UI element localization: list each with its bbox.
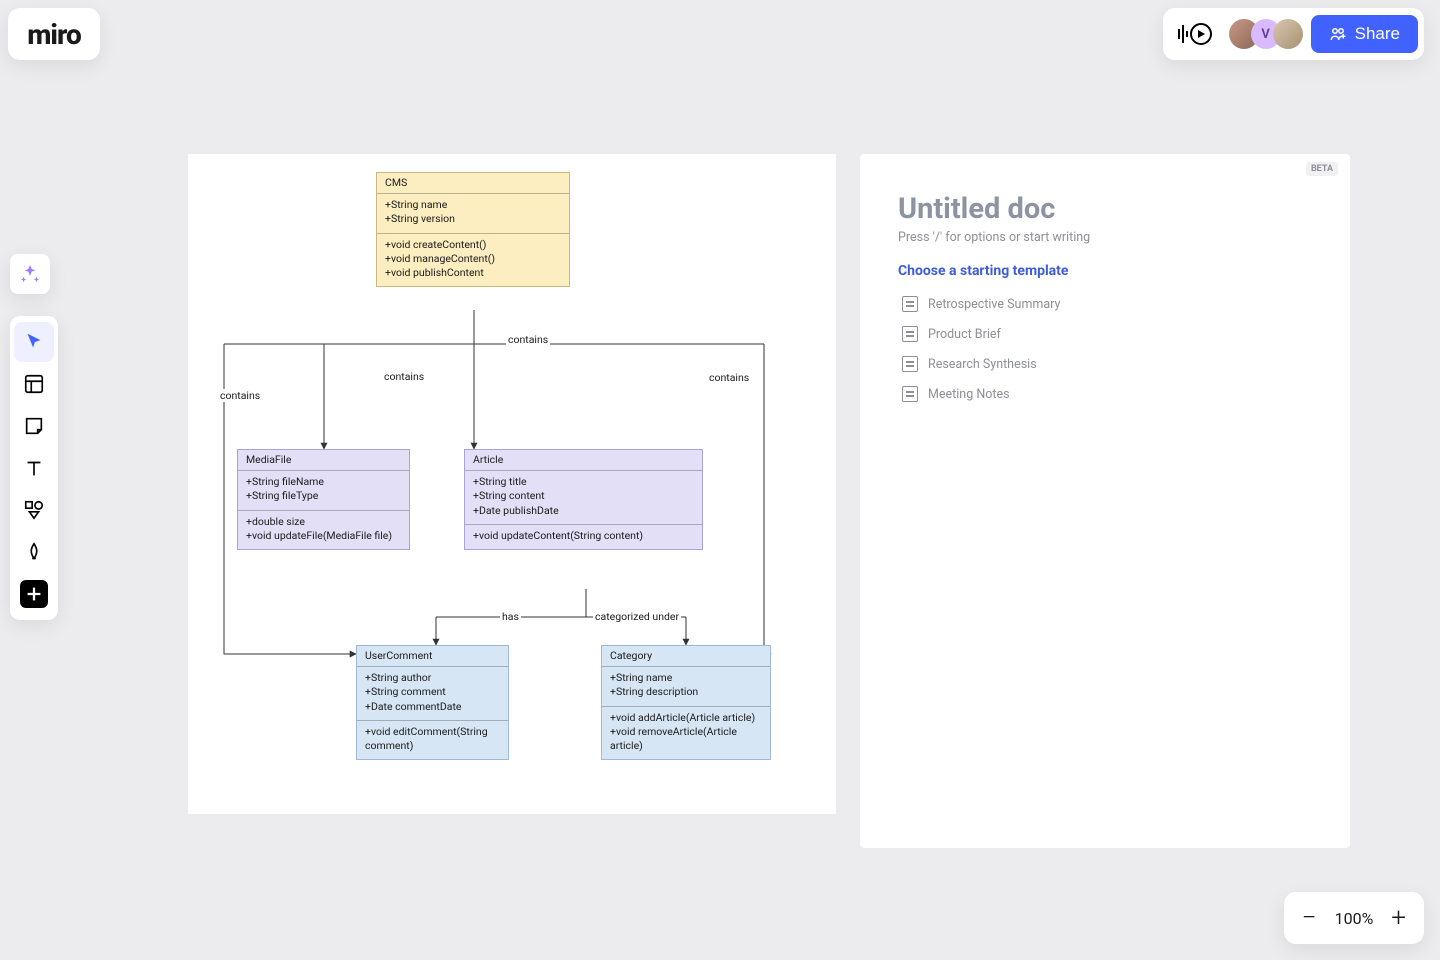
- template-label: Research Synthesis: [928, 357, 1037, 372]
- edge-label: contains: [382, 370, 426, 383]
- avatar[interactable]: [1273, 19, 1303, 49]
- class-cms[interactable]: CMS +String name +String version +void c…: [376, 172, 570, 287]
- document-icon: [902, 386, 918, 402]
- class-methods: +void editComment(String comment): [357, 721, 508, 759]
- tool-shapes[interactable]: [14, 490, 54, 530]
- class-title: Category: [602, 646, 770, 667]
- beta-badge: BETA: [1306, 162, 1338, 176]
- template-label: Meeting Notes: [928, 387, 1010, 402]
- class-title: Article: [465, 450, 702, 471]
- document-icon: [902, 296, 918, 312]
- share-button[interactable]: Share: [1311, 15, 1418, 53]
- tool-sticky-note[interactable]: [14, 406, 54, 446]
- zoom-level[interactable]: 100%: [1335, 909, 1374, 928]
- top-bar: V Share: [1163, 8, 1424, 60]
- class-methods: +void createContent() +void manageConten…: [377, 234, 569, 287]
- class-title: CMS: [377, 173, 569, 194]
- edge-label: has: [500, 610, 521, 623]
- document-icon: [902, 326, 918, 342]
- zoom-controls: − 100% +: [1284, 892, 1424, 944]
- template-item[interactable]: Product Brief: [898, 319, 1312, 349]
- class-methods: +void updateContent(String content): [465, 525, 702, 549]
- class-attributes: +String name +String description: [602, 667, 770, 706]
- class-mediafile[interactable]: MediaFile +String fileName +String fileT…: [237, 449, 410, 550]
- doc-hint: Press '/' for options or start writing: [898, 230, 1312, 245]
- class-title: MediaFile: [238, 450, 409, 471]
- doc-panel[interactable]: BETA Untitled doc Press '/' for options …: [860, 154, 1350, 848]
- left-toolbar: [10, 316, 58, 620]
- collaborator-avatars[interactable]: V: [1229, 19, 1303, 49]
- doc-title[interactable]: Untitled doc: [898, 192, 1312, 226]
- logo-text: miro: [27, 18, 81, 51]
- share-label: Share: [1355, 24, 1400, 44]
- template-item[interactable]: Research Synthesis: [898, 349, 1312, 379]
- tool-select[interactable]: [14, 322, 54, 362]
- class-title: UserComment: [357, 646, 508, 667]
- document-icon: [902, 356, 918, 372]
- talktrack-icon[interactable]: [1169, 14, 1221, 54]
- class-methods: +double size +void updateFile(MediaFile …: [238, 511, 409, 549]
- tool-templates[interactable]: [14, 364, 54, 404]
- class-attributes: +String author +String comment +Date com…: [357, 667, 508, 721]
- tool-more[interactable]: [14, 574, 54, 614]
- class-attributes: +String name +String version: [377, 194, 569, 233]
- zoom-in-button[interactable]: +: [1391, 905, 1406, 931]
- template-item[interactable]: Retrospective Summary: [898, 289, 1312, 319]
- edge-label: categorized under: [593, 610, 681, 623]
- class-attributes: +String fileName +String fileType: [238, 471, 409, 510]
- class-category[interactable]: Category +String name +String descriptio…: [601, 645, 771, 760]
- zoom-out-button[interactable]: −: [1302, 905, 1317, 931]
- tool-text[interactable]: [14, 448, 54, 488]
- class-attributes: +String title +String content +Date publ…: [465, 471, 702, 525]
- tool-pen[interactable]: [14, 532, 54, 572]
- doc-templates-heading: Choose a starting template: [898, 263, 1312, 279]
- edge-label: contains: [218, 389, 262, 402]
- class-usercomment[interactable]: UserComment +String author +String comme…: [356, 645, 509, 760]
- class-article[interactable]: Article +String title +String content +D…: [464, 449, 703, 550]
- plus-icon: [20, 580, 48, 608]
- edge-label: contains: [707, 371, 751, 384]
- tool-ai-assist[interactable]: [10, 254, 50, 294]
- class-methods: +void addArticle(Article article) +void …: [602, 707, 770, 760]
- template-item[interactable]: Meeting Notes: [898, 379, 1312, 409]
- diagram-canvas[interactable]: CMS +String name +String version +void c…: [188, 154, 836, 814]
- template-label: Product Brief: [928, 327, 1001, 342]
- template-label: Retrospective Summary: [928, 297, 1060, 312]
- edge-label: contains: [506, 333, 550, 346]
- miro-logo[interactable]: miro: [8, 8, 100, 60]
